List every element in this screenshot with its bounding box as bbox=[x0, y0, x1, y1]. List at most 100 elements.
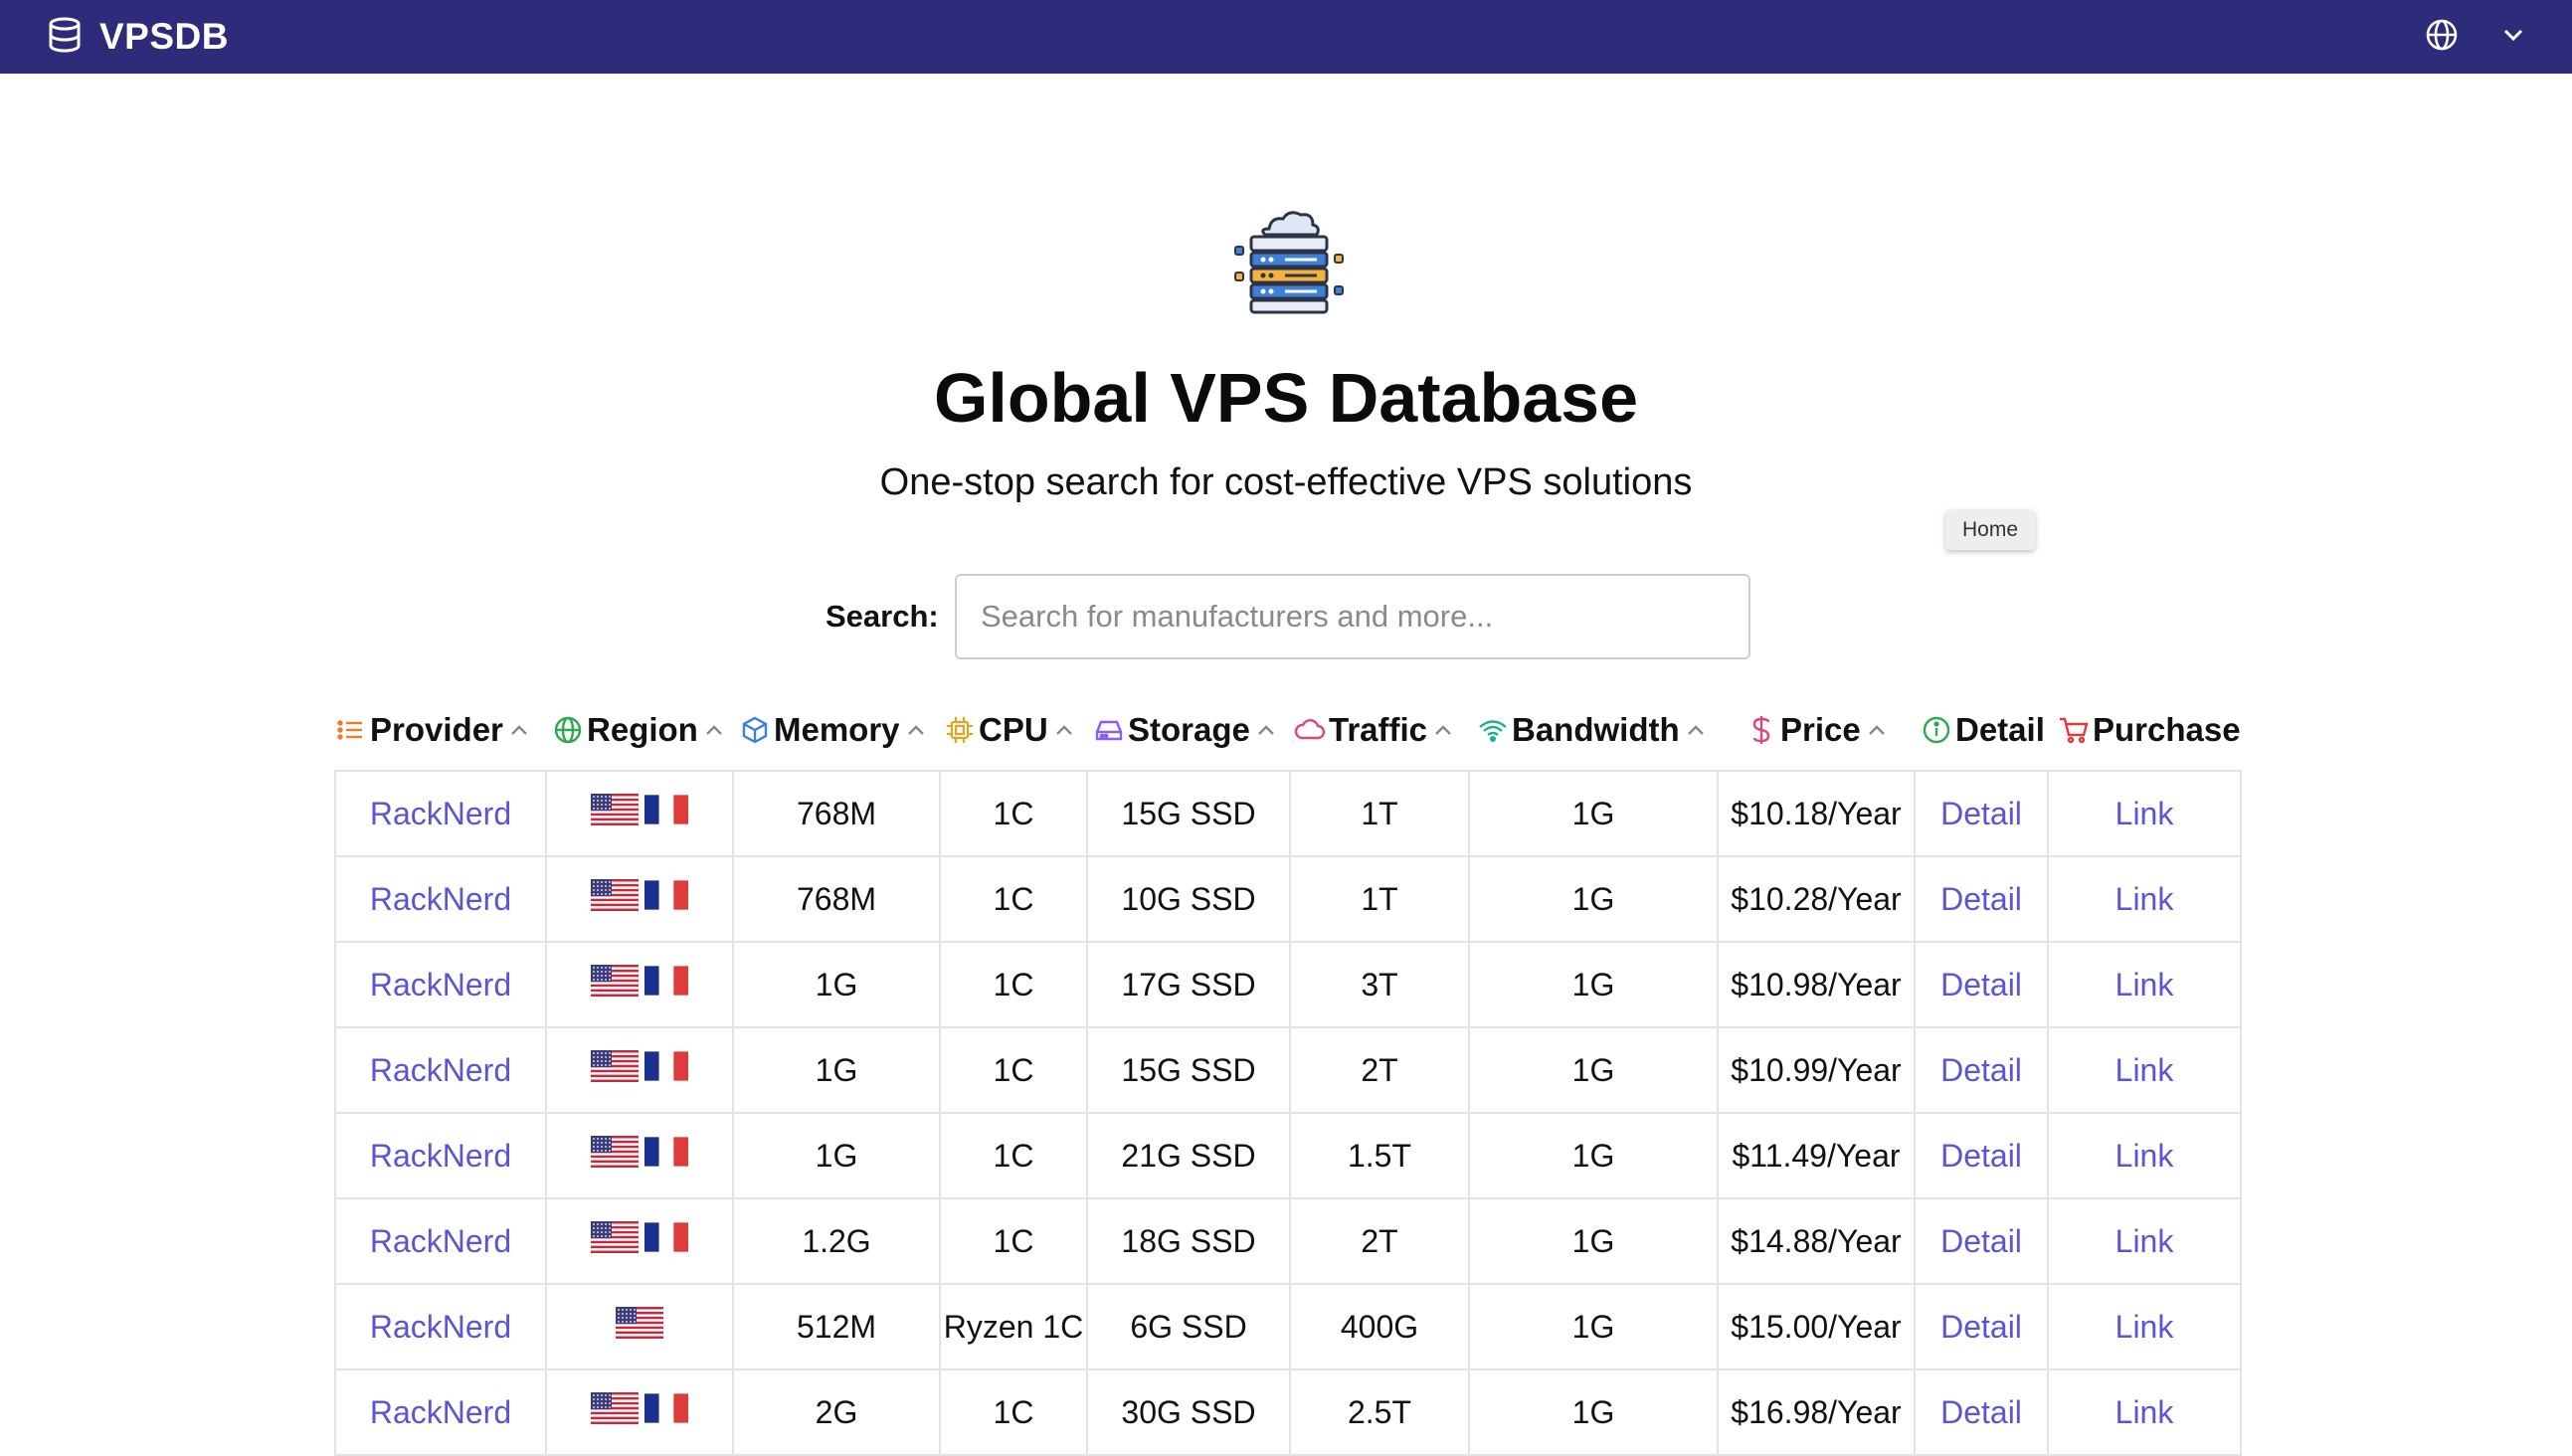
page-subtitle: One-stop search for cost-effective VPS s… bbox=[879, 461, 1693, 503]
server-rack-logo bbox=[1229, 207, 1349, 318]
traffic-cell: 400G bbox=[1289, 1283, 1470, 1370]
provider-cell: RackNerd bbox=[334, 1112, 547, 1199]
provider-cell: RackNerd bbox=[334, 770, 547, 857]
database-icon bbox=[48, 17, 82, 58]
region-flags bbox=[591, 965, 688, 997]
storage-cell: 30G SSD bbox=[1086, 1368, 1291, 1456]
table-row: RackNerd 2G 1C 30G SSD 2.5T 1G $16.98/Year Deta… bbox=[334, 1368, 2242, 1456]
region-cell bbox=[545, 1197, 734, 1285]
bandwidth-cell: 1G bbox=[1468, 1112, 1719, 1199]
detail-link[interactable]: Detail bbox=[1940, 1138, 2022, 1174]
bandwidth-cell: 1G bbox=[1468, 1368, 1719, 1456]
provider-link[interactable]: RackNerd bbox=[370, 1309, 511, 1345]
cpu-cell: 1C bbox=[939, 1112, 1088, 1199]
traffic-cell: 1.5T bbox=[1289, 1112, 1470, 1199]
column-label: Memory bbox=[774, 711, 900, 748]
memory-cell: 768M bbox=[732, 855, 941, 943]
table-row: RackNerd 1G 1C 17G SSD 3T 1G $10.98/Year Detail… bbox=[334, 941, 2242, 1028]
france-flag-icon bbox=[644, 1051, 688, 1081]
detail-cell: Detail bbox=[1914, 1283, 2049, 1370]
purchase-link[interactable]: Link bbox=[2115, 1394, 2174, 1430]
column-header-price[interactable]: Price bbox=[1745, 702, 1889, 758]
provider-link[interactable]: RackNerd bbox=[370, 796, 511, 831]
provider-cell: RackNerd bbox=[334, 941, 547, 1028]
column-label: Traffic bbox=[1329, 711, 1428, 748]
cpu-cell: 1C bbox=[939, 941, 1088, 1028]
purchase-link[interactable]: Link bbox=[2115, 1052, 2174, 1088]
provider-link[interactable]: RackNerd bbox=[370, 1138, 511, 1174]
region-cell bbox=[545, 855, 734, 943]
price-cell: $10.28/Year bbox=[1717, 855, 1916, 943]
region-flags bbox=[591, 1050, 688, 1082]
caret-up-icon[interactable] bbox=[1684, 718, 1708, 742]
provider-cell: RackNerd bbox=[334, 1283, 547, 1370]
table-row: RackNerd 768M 1C 10G SSD 1T 1G $10.28/Year Deta… bbox=[334, 855, 2242, 943]
region-flags bbox=[591, 1221, 688, 1253]
purchase-link[interactable]: Link bbox=[2115, 1223, 2174, 1259]
hard-drive-icon bbox=[1092, 713, 1126, 747]
traffic-cell: 1T bbox=[1289, 855, 1470, 943]
us-flag-icon bbox=[591, 1392, 639, 1424]
column-header-memory[interactable]: Memory bbox=[738, 702, 928, 758]
column-header-bandwidth[interactable]: Bandwidth bbox=[1476, 702, 1708, 758]
detail-cell: Detail bbox=[1914, 855, 2049, 943]
caret-up-icon[interactable] bbox=[904, 718, 928, 742]
memory-cell: 1G bbox=[732, 1112, 941, 1199]
caret-up-icon[interactable] bbox=[1254, 718, 1278, 742]
provider-link[interactable]: RackNerd bbox=[370, 967, 511, 1002]
caret-up-icon[interactable] bbox=[1431, 718, 1455, 742]
column-label: CPU bbox=[979, 711, 1048, 748]
column-header-traffic[interactable]: Traffic bbox=[1293, 702, 1455, 758]
column-header-cpu[interactable]: CPU bbox=[943, 702, 1076, 758]
chip-icon bbox=[943, 713, 977, 747]
column-header-region[interactable]: Region bbox=[551, 702, 726, 758]
price-cell: $10.98/Year bbox=[1717, 941, 1916, 1028]
detail-link[interactable]: Detail bbox=[1940, 967, 2022, 1002]
detail-link[interactable]: Detail bbox=[1940, 1309, 2022, 1345]
brand[interactable]: VPSDB bbox=[48, 16, 229, 58]
memory-cell: 2G bbox=[732, 1368, 941, 1456]
column-label: Bandwidth bbox=[1512, 711, 1680, 748]
france-flag-icon bbox=[644, 880, 688, 910]
table-row: RackNerd 1.2G 1C 18G SSD 2T 1G $14.88/Year Deta… bbox=[334, 1197, 2242, 1285]
detail-link[interactable]: Detail bbox=[1940, 1394, 2022, 1430]
us-flag-icon bbox=[616, 1307, 663, 1339]
purchase-link[interactable]: Link bbox=[2115, 1309, 2174, 1345]
region-flags bbox=[616, 1307, 663, 1339]
cart-icon bbox=[2057, 713, 2091, 747]
cloud-icon bbox=[1293, 713, 1327, 747]
purchase-link[interactable]: Link bbox=[2115, 796, 2174, 831]
chevron-down-icon[interactable] bbox=[2502, 28, 2524, 47]
provider-link[interactable]: RackNerd bbox=[370, 1223, 511, 1259]
provider-link[interactable]: RackNerd bbox=[370, 881, 511, 917]
detail-link[interactable]: Detail bbox=[1940, 1223, 2022, 1259]
caret-up-icon[interactable] bbox=[507, 718, 531, 742]
storage-cell: 10G SSD bbox=[1086, 855, 1291, 943]
globe-icon[interactable] bbox=[2425, 18, 2459, 57]
column-label: Purchase bbox=[2093, 711, 2241, 748]
purchase-cell: Link bbox=[2047, 941, 2242, 1028]
provider-link[interactable]: RackNerd bbox=[370, 1394, 511, 1430]
detail-link[interactable]: Detail bbox=[1940, 796, 2022, 831]
purchase-cell: Link bbox=[2047, 1283, 2242, 1370]
purchase-link[interactable]: Link bbox=[2115, 1138, 2174, 1174]
region-flags bbox=[591, 1392, 688, 1424]
purchase-cell: Link bbox=[2047, 1197, 2242, 1285]
storage-cell: 18G SSD bbox=[1086, 1197, 1291, 1285]
table-header: Provider Region Memory CPU Storage Traff… bbox=[334, 702, 2244, 758]
search-input[interactable] bbox=[955, 574, 1750, 659]
detail-cell: Detail bbox=[1914, 1197, 2049, 1285]
cpu-cell: 1C bbox=[939, 1368, 1088, 1456]
purchase-link[interactable]: Link bbox=[2115, 881, 2174, 917]
detail-link[interactable]: Detail bbox=[1940, 1052, 2022, 1088]
column-header-provider[interactable]: Provider bbox=[334, 702, 531, 758]
column-header-storage[interactable]: Storage bbox=[1092, 702, 1278, 758]
memory-cell: 512M bbox=[732, 1283, 941, 1370]
caret-up-icon[interactable] bbox=[1052, 718, 1076, 742]
caret-up-icon[interactable] bbox=[1865, 718, 1889, 742]
us-flag-icon bbox=[591, 794, 639, 825]
provider-link[interactable]: RackNerd bbox=[370, 1052, 511, 1088]
caret-up-icon[interactable] bbox=[702, 718, 726, 742]
purchase-link[interactable]: Link bbox=[2115, 967, 2174, 1002]
detail-link[interactable]: Detail bbox=[1940, 881, 2022, 917]
